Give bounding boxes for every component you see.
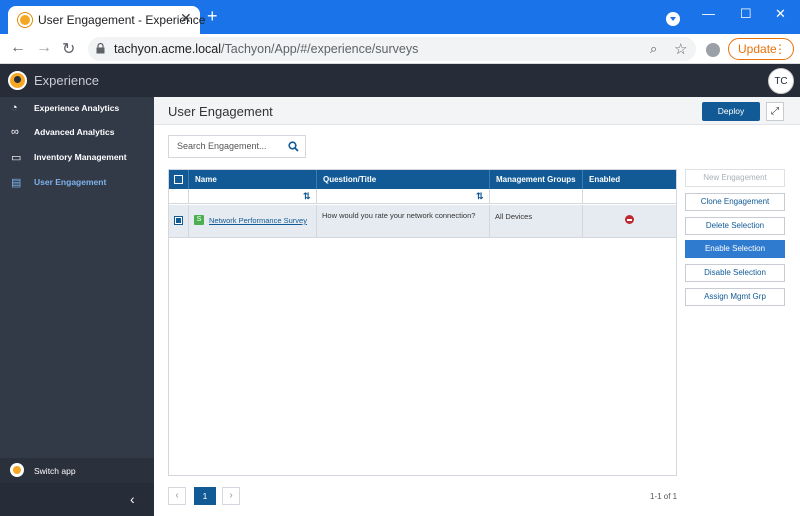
- search-box: [168, 135, 306, 158]
- reload-icon[interactable]: ↻: [62, 39, 75, 59]
- sidebar-collapse-bar: ‹: [0, 483, 154, 516]
- filter-row: ⇅ ⇅: [169, 189, 676, 204]
- close-tab-icon[interactable]: ✕: [180, 10, 192, 27]
- sidebar-item-advanced-analytics[interactable]: ∞ Advanced Analytics: [0, 122, 154, 144]
- row-enabled-cell: [583, 205, 676, 238]
- filter-cell-name: ⇅: [189, 189, 317, 204]
- survey-type-badge: S: [194, 215, 204, 225]
- sidebar-item-label: Advanced Analytics: [34, 127, 115, 137]
- select-all-checkbox[interactable]: [174, 175, 183, 184]
- new-engagement-button[interactable]: New Engagement: [685, 169, 785, 187]
- row-select-cell: [169, 205, 189, 238]
- engagement-table: Name Question/Title Management Groups En…: [168, 169, 677, 476]
- deploy-button[interactable]: Deploy: [702, 102, 760, 121]
- search-icon[interactable]: [288, 141, 299, 152]
- switch-app-label: Switch app: [34, 466, 76, 476]
- sidebar-item-experience-analytics[interactable]: ◔ Experience Analytics: [0, 98, 154, 120]
- app-logo-icon: [8, 71, 27, 90]
- zoom-icon[interactable]: ⌕: [650, 41, 657, 57]
- next-page-button[interactable]: ›: [222, 487, 240, 505]
- page-title: User Engagement: [168, 104, 273, 119]
- sidebar: ◔ Experience Analytics ∞ Advanced Analyt…: [0, 97, 154, 516]
- table-header: Name Question/Title Management Groups En…: [169, 170, 676, 189]
- page-header: User Engagement Deploy ⤢: [154, 97, 800, 125]
- column-header-enabled[interactable]: Enabled: [583, 170, 676, 189]
- enable-selection-button[interactable]: Enable Selection: [685, 240, 785, 258]
- disabled-status-icon: [625, 215, 634, 224]
- new-tab-icon[interactable]: +: [207, 7, 218, 25]
- browser-tab[interactable]: User Engagement - Experience ✕: [8, 6, 205, 34]
- sidebar-item-user-engagement[interactable]: ▤ User Engagement: [0, 172, 154, 194]
- filter-cell-question: ⇅: [317, 189, 490, 204]
- update-label: Update: [738, 42, 777, 56]
- switch-app-button[interactable]: Switch app: [0, 458, 154, 483]
- table-row[interactable]: S Network Performance Survey How would y…: [169, 205, 676, 238]
- app-header: Experience TC: [0, 64, 800, 97]
- assign-mgmt-grp-button[interactable]: Assign Mgmt Grp: [685, 288, 785, 306]
- sidebar-item-label: Experience Analytics: [34, 103, 120, 113]
- switch-app-icon: [10, 463, 24, 477]
- maximize-icon[interactable]: ☐: [740, 6, 752, 22]
- clone-engagement-button[interactable]: Clone Engagement: [685, 193, 785, 211]
- filter-cell-groups: [490, 189, 583, 204]
- prev-page-button[interactable]: ‹: [168, 487, 186, 505]
- lock-icon: [96, 43, 105, 54]
- select-all-cell: [169, 170, 189, 189]
- browser-tab-bar: User Engagement - Experience ✕ + — ☐ ✕: [0, 0, 800, 34]
- dashboard-icon: ◔: [11, 102, 18, 114]
- browser-toolbar: ← → ↻ tachyon.acme.local/Tachyon/App/#/e…: [0, 34, 800, 64]
- monitor-icon: ▭: [11, 152, 22, 164]
- more-vert-icon[interactable]: ⋮: [774, 39, 786, 59]
- row-groups-cell: All Devices: [490, 205, 583, 238]
- chevron-left-icon[interactable]: ‹: [130, 491, 135, 507]
- url-path: /Tachyon/App/#/experience/surveys: [221, 42, 419, 56]
- binoculars-icon: ∞: [11, 126, 19, 138]
- sidebar-item-inventory-management[interactable]: ▭ Inventory Management: [0, 147, 154, 169]
- sidebar-item-label: Inventory Management: [34, 152, 127, 162]
- address-bar[interactable]: tachyon.acme.local/Tachyon/App/#/experie…: [88, 37, 696, 61]
- row-name-cell: S Network Performance Survey: [189, 205, 317, 238]
- disable-selection-button[interactable]: Disable Selection: [685, 264, 785, 282]
- tab-search-icon[interactable]: [666, 12, 680, 26]
- clipboard-icon: ▤: [11, 177, 22, 189]
- minimize-icon[interactable]: —: [702, 6, 715, 21]
- url-text: tachyon.acme.local/Tachyon/App/#/experie…: [114, 42, 418, 56]
- delete-selection-button[interactable]: Delete Selection: [685, 217, 785, 235]
- sidebar-item-label: User Engagement: [34, 177, 107, 187]
- sort-icon[interactable]: ⇅: [476, 191, 484, 202]
- column-header-question[interactable]: Question/Title: [317, 170, 490, 189]
- url-host: tachyon.acme.local: [114, 42, 222, 56]
- filter-cell: [169, 189, 189, 204]
- expand-icon[interactable]: ⤢: [766, 102, 784, 121]
- account-icon[interactable]: [706, 43, 720, 57]
- close-window-icon[interactable]: ✕: [775, 6, 786, 22]
- current-page-button[interactable]: 1: [194, 487, 216, 505]
- main-content: User Engagement Deploy ⤢ Name Question/T…: [154, 97, 800, 516]
- bookmark-star-icon[interactable]: ☆: [674, 40, 687, 58]
- row-question-cell: How would you rate your network connecti…: [317, 205, 490, 238]
- pagination-info: 1-1 of 1: [650, 492, 678, 501]
- filter-cell-enabled: [583, 189, 676, 204]
- survey-name-link[interactable]: Network Performance Survey: [209, 216, 307, 225]
- column-header-groups[interactable]: Management Groups: [490, 170, 583, 189]
- back-icon[interactable]: ←: [10, 39, 26, 57]
- forward-icon[interactable]: →: [36, 39, 52, 57]
- user-avatar[interactable]: TC: [768, 68, 794, 94]
- column-header-name[interactable]: Name: [189, 170, 317, 189]
- update-button[interactable]: Update ⋮: [728, 38, 794, 60]
- app-name: Experience: [34, 73, 100, 88]
- favicon-icon: [18, 13, 32, 27]
- row-checkbox[interactable]: [174, 216, 183, 225]
- search-input[interactable]: [177, 141, 277, 151]
- sort-icon[interactable]: ⇅: [303, 191, 311, 202]
